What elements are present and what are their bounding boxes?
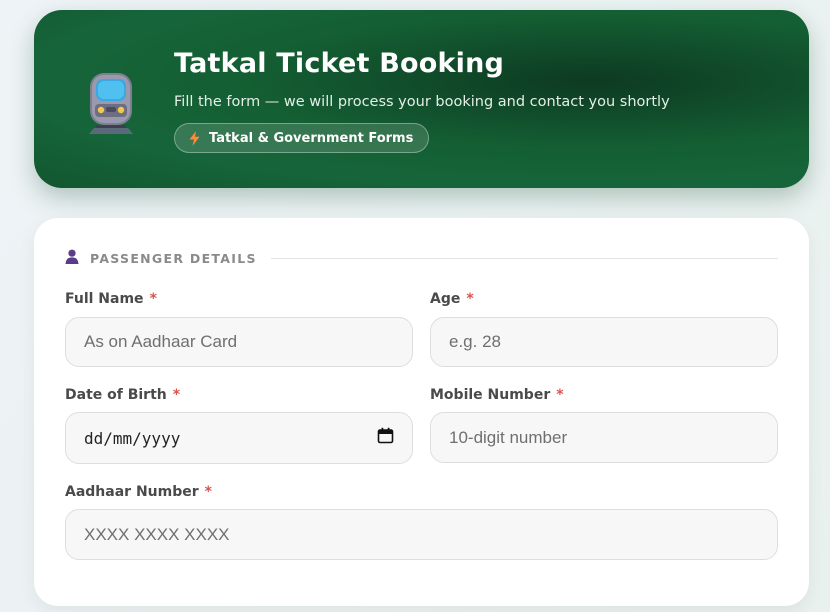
dob-label: Date of Birth * [65, 387, 180, 403]
dob-label-text: Date of Birth [65, 387, 167, 403]
page-subtitle: Fill the form — we will process your boo… [174, 94, 670, 110]
age-placeholder: e.g. 28 [449, 332, 501, 351]
dob-input[interactable]: dd/mm/yyyy [65, 412, 413, 464]
mobile-label: Mobile Number * [430, 387, 564, 403]
required-marker: * [466, 291, 474, 307]
age-label: Age * [430, 291, 474, 307]
full-name-label: Full Name * [65, 291, 157, 307]
mobile-placeholder: 10-digit number [449, 427, 568, 447]
page-title: Tatkal Ticket Booking [174, 48, 505, 79]
required-marker: * [149, 291, 157, 307]
mobile-input[interactable]: 10-digit number [430, 412, 778, 463]
section-header: PASSENGER DETAILS [65, 249, 778, 267]
calendar-icon[interactable] [377, 427, 394, 449]
section-title: PASSENGER DETAILS [90, 250, 257, 266]
full-name-label-text: Full Name [65, 291, 144, 307]
section-divider [270, 257, 778, 259]
passenger-form-card: PASSENGER DETAILS Full Name * As on Aadha… [34, 218, 809, 606]
aadhaar-input[interactable]: XXXX XXXX XXXX [65, 509, 778, 560]
lightning-icon [189, 130, 200, 146]
aadhaar-placeholder: XXXX XXXX XXXX [84, 524, 230, 544]
full-name-placeholder: As on Aadhaar Card [84, 332, 238, 351]
aadhaar-label-text: Aadhaar Number [65, 484, 199, 500]
full-name-input[interactable]: As on Aadhaar Card [65, 317, 413, 367]
category-badge: Tatkal & Government Forms [174, 123, 430, 153]
header-banner: Tatkal Ticket Booking Fill the form — we… [34, 10, 809, 188]
age-label-text: Age [430, 291, 461, 307]
required-marker: * [556, 387, 564, 403]
person-icon [65, 249, 90, 268]
badge-label: Tatkal & Government Forms [209, 130, 414, 146]
required-marker: * [172, 387, 181, 403]
age-input[interactable]: e.g. 28 [430, 317, 778, 367]
mobile-label-text: Mobile Number [430, 387, 551, 403]
aadhaar-label: Aadhaar Number * [65, 484, 212, 500]
train-icon [84, 70, 138, 134]
required-marker: * [204, 484, 212, 500]
dob-placeholder: dd/mm/yyyy [84, 428, 181, 448]
